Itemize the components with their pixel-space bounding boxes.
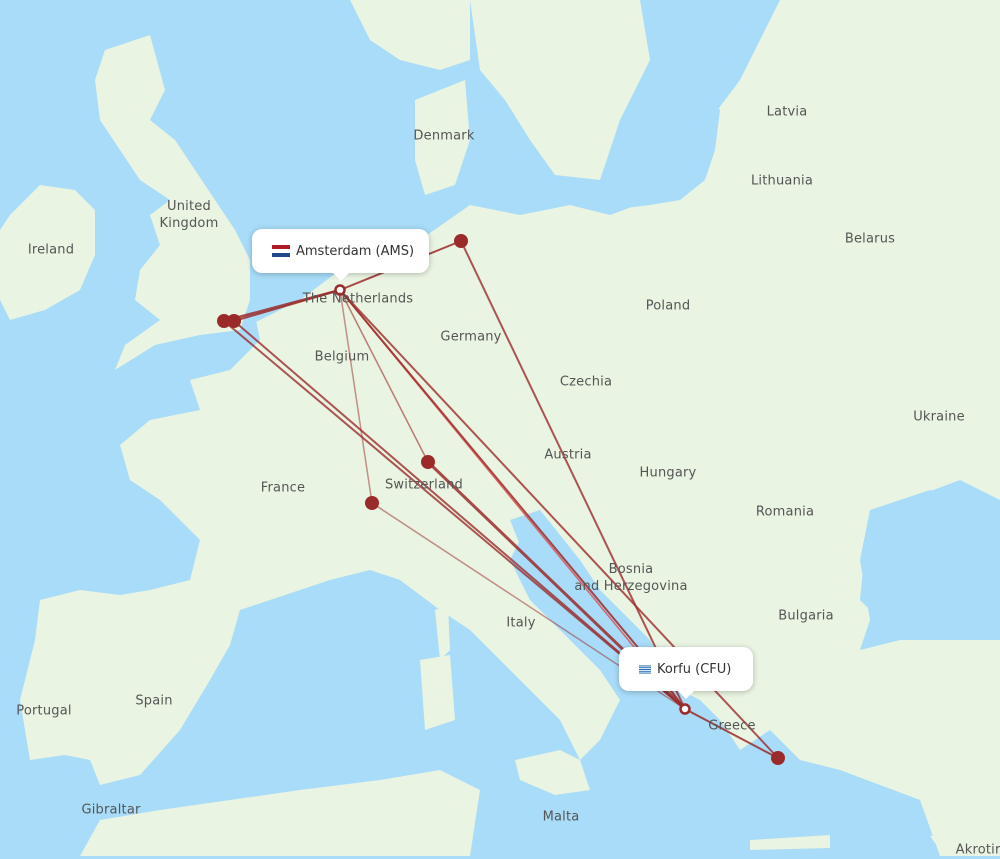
- country-label-malta: Malta: [542, 809, 580, 825]
- country-label-romania: Romania: [755, 504, 815, 520]
- country-label-netherlands: The Netherlands: [302, 291, 414, 307]
- airport-marker-basel[interactable]: [421, 455, 435, 469]
- country-label-switzerland: Switzerland: [384, 477, 464, 493]
- country-label-ukraine: Ukraine: [913, 409, 965, 425]
- greece-flag-icon: [639, 665, 651, 673]
- country-label-hungary: Hungary: [639, 465, 697, 481]
- origin-popup[interactable]: Amsterdam (AMS): [252, 229, 429, 281]
- country-label-austria: Austria: [544, 447, 592, 463]
- country-label-bosnia: Bosnia and Herzegovina: [574, 562, 688, 594]
- airport-marker-hamburg[interactable]: [454, 234, 468, 248]
- country-label-greece: Greece: [708, 718, 756, 734]
- country-label-latvia: Latvia: [766, 104, 808, 120]
- country-label-lithuania: Lithuania: [750, 173, 814, 189]
- country-label-belarus: Belarus: [844, 231, 896, 247]
- country-label-bulgaria: Bulgaria: [778, 608, 834, 624]
- airport-marker-london2[interactable]: [227, 314, 241, 328]
- airport-marker-athens[interactable]: [771, 751, 785, 765]
- country-label-poland: Poland: [645, 298, 691, 314]
- destination-marker[interactable]: [679, 703, 691, 715]
- airport-marker-geneva[interactable]: [365, 496, 379, 510]
- country-label-ireland: Ireland: [27, 242, 75, 258]
- map-canvas[interactable]: [0, 0, 1000, 856]
- country-label-france: France: [260, 480, 306, 496]
- country-label-denmark: Denmark: [413, 128, 475, 144]
- country-label-gibraltar: Gibraltar: [81, 802, 141, 818]
- country-label-portugal: Portugal: [16, 703, 72, 719]
- destination-airport-label: Korfu (CFU): [657, 661, 732, 677]
- origin-airport-label: Amsterdam (AMS): [296, 243, 415, 259]
- country-label-italy: Italy: [506, 615, 536, 631]
- country-label-belgium: Belgium: [314, 349, 370, 365]
- destination-popup[interactable]: Korfu (CFU): [619, 647, 753, 699]
- country-label-spain: Spain: [135, 693, 173, 709]
- country-label-czechia: Czechia: [559, 374, 613, 390]
- country-label-germany: Germany: [440, 329, 502, 345]
- country-label-uk: United Kingdom: [159, 199, 219, 231]
- netherlands-flag-icon: [272, 245, 290, 257]
